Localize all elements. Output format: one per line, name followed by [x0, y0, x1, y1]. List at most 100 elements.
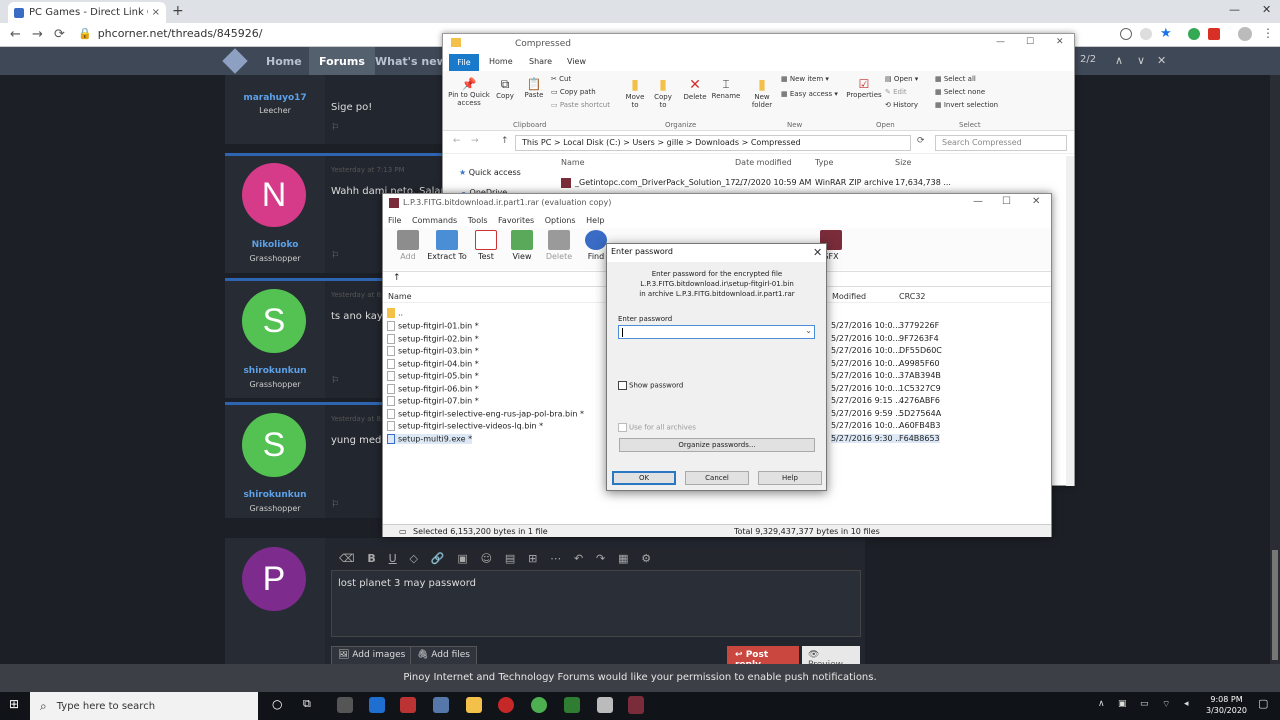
battery-icon[interactable]: ▭: [1140, 699, 1149, 709]
back-icon[interactable]: ←: [10, 27, 21, 42]
invert-selection-button[interactable]: ▦ Invert selection: [935, 101, 998, 109]
close-button[interactable]: ✕: [1032, 196, 1040, 207]
ok-button[interactable]: OK: [612, 471, 676, 485]
preview-button[interactable]: 👁 Preview: [802, 646, 860, 670]
new-folder-button[interactable]: ▮ New folder: [749, 77, 775, 109]
new-tab-button[interactable]: +: [172, 3, 184, 19]
tray-chevron-icon[interactable]: ∧: [1098, 699, 1105, 709]
task-view-icon[interactable]: ⧉: [303, 697, 311, 711]
url-field[interactable]: 🔒 phcorner.net/threads/845926/: [78, 27, 262, 40]
report-icon[interactable]: ⚐: [331, 123, 339, 133]
list-item[interactable]: setup-fitgirl-06.bin *: [387, 384, 479, 394]
close-icon[interactable]: ✕: [813, 246, 822, 259]
eraser-icon[interactable]: ⌫: [339, 552, 355, 565]
breadcrumb-item[interactable]: This PC: [522, 138, 551, 147]
help-button[interactable]: Help: [758, 471, 822, 485]
drafts-icon[interactable]: ▦: [618, 552, 628, 565]
volume-icon[interactable]: ◂: [1184, 699, 1189, 709]
organize-passwords-button[interactable]: Organize passwords...: [619, 438, 815, 452]
new-item-button[interactable]: ▦ New item ▾: [781, 75, 829, 83]
up-icon[interactable]: ↑: [393, 273, 401, 283]
show-password-checkbox[interactable]: Show password: [618, 381, 683, 390]
breadcrumb-item[interactable]: gille: [667, 138, 684, 147]
bold-icon[interactable]: B: [367, 552, 375, 565]
extract-to-button[interactable]: Extract To: [427, 230, 467, 261]
app-icon[interactable]: [400, 697, 416, 713]
refresh-icon[interactable]: ⟳: [917, 136, 925, 146]
profile-avatar[interactable]: [1238, 27, 1252, 41]
pin-button[interactable]: 📌 Pin to Quick access: [447, 77, 491, 107]
edit-button[interactable]: ✎ Edit: [885, 88, 907, 96]
app-icon[interactable]: [597, 697, 613, 713]
menu-commands[interactable]: Commands: [412, 216, 457, 225]
nav-home[interactable]: Home: [266, 55, 302, 68]
back-icon[interactable]: ←: [453, 136, 461, 146]
page-scrollbar[interactable]: [1270, 75, 1280, 664]
find-down-icon[interactable]: ∨: [1137, 54, 1145, 67]
more-icon[interactable]: ⋯: [550, 552, 561, 565]
media-icon[interactable]: ▤: [505, 552, 515, 565]
column-modified[interactable]: Modified: [832, 292, 866, 301]
windows-start-icon[interactable]: ⊞: [9, 697, 19, 711]
list-item[interactable]: setup-fitgirl-selective-videos-lq.bin *: [387, 421, 543, 431]
underline-icon[interactable]: U: [389, 552, 397, 565]
list-item[interactable]: setup-fitgirl-05.bin *: [387, 371, 479, 381]
post-username[interactable]: Nikolioko: [225, 240, 325, 250]
minimize-button[interactable]: —: [996, 37, 1005, 47]
gear-icon[interactable]: ⚙: [641, 552, 651, 565]
forward-icon[interactable]: →: [32, 27, 43, 42]
add-images-button[interactable]: 🖼 Add images: [331, 646, 413, 666]
properties-button[interactable]: ☑ Properties: [845, 77, 883, 99]
column-crc32[interactable]: CRC32: [899, 292, 926, 301]
close-window-button[interactable]: ✕: [1262, 3, 1271, 16]
notification-icon[interactable]: ▢: [1258, 697, 1268, 710]
chevron-down-icon[interactable]: ⌄: [805, 326, 812, 335]
up-icon[interactable]: ↑: [501, 136, 509, 146]
reload-icon[interactable]: ⟳: [54, 27, 65, 42]
report-icon[interactable]: ⚐: [331, 251, 339, 261]
report-icon[interactable]: ⚐: [331, 376, 339, 386]
list-item[interactable]: ..: [387, 308, 403, 318]
edge-icon[interactable]: [369, 697, 385, 713]
undo-icon[interactable]: ↶: [574, 552, 583, 565]
cut-button[interactable]: ✂ Cut: [551, 75, 571, 83]
post-username[interactable]: shirokunkun: [225, 490, 325, 500]
breadcrumb-item[interactable]: Local Disk (C:): [563, 138, 621, 147]
move-to-button[interactable]: ▮ Move to: [623, 77, 647, 109]
list-item-selected[interactable]: setup-multi9.exe *: [387, 434, 473, 444]
network-icon[interactable]: ⌔: [1162, 699, 1170, 710]
history-button[interactable]: ⟲ History: [885, 101, 918, 109]
rename-button[interactable]: ⌶ Rename: [711, 77, 741, 100]
table-icon[interactable]: ⊞: [528, 552, 537, 565]
easy-access-button[interactable]: ▦ Easy access ▾: [781, 90, 838, 98]
color-icon[interactable]: ◇: [410, 552, 418, 565]
report-icon[interactable]: ⚐: [331, 500, 339, 510]
link-icon[interactable]: 🔗: [431, 552, 445, 565]
post-username[interactable]: marahuyo17: [225, 93, 325, 103]
paste-shortcut-button[interactable]: ▭ Paste shortcut: [551, 101, 610, 109]
explorer-path-field[interactable]: This PC > Local Disk (C:) > Users > gill…: [515, 135, 911, 151]
test-button[interactable]: Test: [466, 230, 506, 261]
winrar-taskbar-icon[interactable]: [628, 696, 644, 714]
avatar[interactable]: N: [242, 163, 306, 227]
delete-button[interactable]: Delete: [539, 230, 579, 261]
forward-icon[interactable]: →: [471, 136, 479, 146]
app-icon[interactable]: [433, 697, 449, 713]
extension-icon[interactable]: [1140, 28, 1152, 40]
tab-share[interactable]: Share: [529, 57, 552, 66]
menu-options[interactable]: Options: [545, 216, 576, 225]
tab-home[interactable]: Home: [489, 57, 513, 66]
menu-help[interactable]: Help: [586, 216, 604, 225]
avatar[interactable]: S: [242, 413, 306, 477]
select-all-button[interactable]: ▦ Select all: [935, 75, 976, 83]
password-input[interactable]: ⌄: [618, 325, 815, 339]
add-button[interactable]: Add: [388, 230, 428, 261]
post-reply-button[interactable]: ↩ Post reply: [727, 646, 799, 670]
menu-tools[interactable]: Tools: [468, 216, 488, 225]
browser-tab[interactable]: PC Games - Direct Link Offline P ×: [8, 2, 166, 23]
explorer-scrollbar[interactable]: [1066, 156, 1074, 486]
list-item[interactable]: setup-fitgirl-04.bin *: [387, 359, 479, 369]
minimize-button[interactable]: —: [973, 196, 983, 207]
paste-button[interactable]: 📋 Paste: [521, 77, 547, 99]
tab-view[interactable]: View: [567, 57, 586, 66]
